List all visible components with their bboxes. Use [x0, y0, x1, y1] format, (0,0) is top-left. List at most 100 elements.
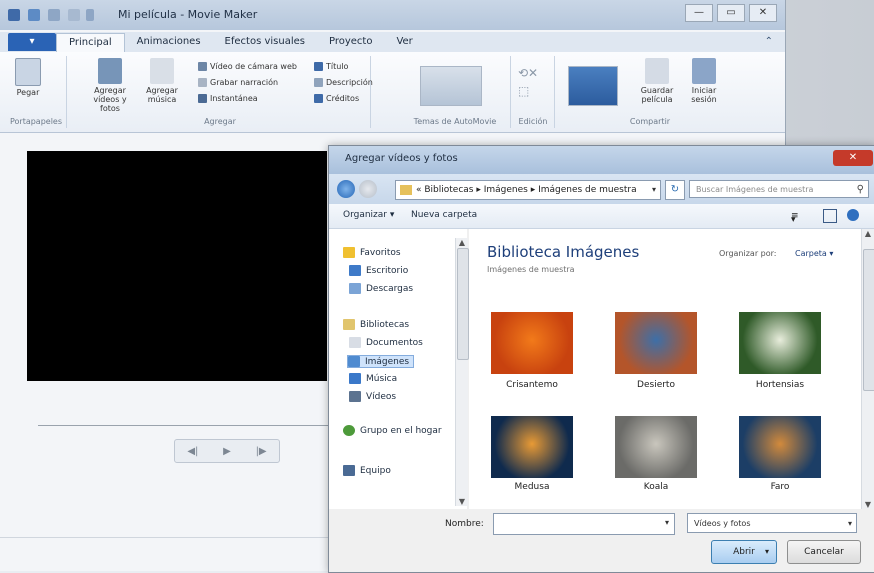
file-type-select[interactable]: Vídeos y fotos ▾ [687, 513, 857, 533]
file-list: Biblioteca Imágenes Imágenes de muestra … [469, 229, 861, 509]
rotate-icon[interactable]: ⟲✕ [518, 66, 538, 80]
minimize-button[interactable]: — [685, 4, 713, 22]
next-frame-button[interactable]: |▶ [256, 446, 267, 457]
tab-animations[interactable]: Animaciones [125, 33, 213, 51]
address-path: « Bibliotecas ▸ Imágenes ▸ Imágenes de m… [416, 185, 637, 195]
nav-favorites[interactable]: Favoritos [343, 247, 401, 258]
add-videos-photos-button[interactable]: Agregar vídeos y fotos [84, 58, 136, 113]
redo-icon[interactable] [68, 9, 80, 21]
new-folder-button[interactable]: Nueva carpeta [411, 210, 477, 220]
add-music-label: Agregar música [146, 86, 178, 104]
cloud-upload-icon[interactable] [568, 66, 618, 106]
open-dropdown-icon[interactable]: ▾ [759, 544, 775, 560]
save-movie-button[interactable]: Guardar película [634, 58, 680, 104]
previous-frame-button[interactable]: ◀| [187, 446, 198, 457]
image-thumbnail[interactable] [615, 416, 697, 478]
image-label: Faro [770, 482, 790, 492]
scroll-up-icon[interactable]: ▲ [456, 238, 468, 247]
image-thumbnail[interactable] [739, 416, 821, 478]
tab-view[interactable]: Ver [384, 33, 424, 51]
select-all-icon[interactable]: ⬚ [518, 84, 529, 98]
save-movie-icon [645, 58, 669, 84]
nav-images[interactable]: Imágenes [347, 355, 415, 368]
image-thumbnail[interactable] [615, 312, 697, 374]
tab-home[interactable]: Principal [56, 32, 125, 52]
address-bar[interactable]: « Bibliotecas ▸ Imágenes ▸ Imágenes de m… [395, 180, 661, 200]
scroll-down-icon[interactable]: ▼ [456, 497, 468, 506]
nav-favorites-label: Favoritos [360, 248, 401, 258]
undo-icon[interactable] [48, 9, 60, 21]
app-menu-icon[interactable] [8, 9, 20, 21]
nav-scrollbar[interactable]: ▲ ▼ [455, 238, 469, 506]
webcam-video-button[interactable]: Vídeo de cámara web [198, 62, 297, 71]
nav-homegroup[interactable]: Grupo en el hogar [343, 425, 442, 436]
save-icon[interactable] [28, 9, 40, 21]
maximize-button[interactable]: ▭ [717, 4, 745, 22]
window-controls: — ▭ ✕ [685, 4, 777, 22]
dialog-close-button[interactable]: ✕ [833, 150, 873, 166]
filename-dropdown-icon[interactable]: ▾ [665, 518, 669, 527]
add-music-button[interactable]: Agregar música [140, 58, 184, 104]
nav-videos[interactable]: Vídeos [349, 391, 396, 402]
snapshot-button[interactable]: Instantánea [198, 94, 258, 103]
forward-arrow-icon[interactable] [359, 180, 377, 198]
image-thumbnail[interactable] [491, 416, 573, 478]
close-button[interactable]: ✕ [749, 4, 777, 22]
organize-button[interactable]: Organizar ▾ [343, 210, 394, 220]
content-scrollbar[interactable]: ▲ ▼ [861, 229, 874, 509]
scroll-down-icon[interactable]: ▼ [862, 500, 874, 509]
nav-music-label: Música [366, 374, 398, 384]
image-thumbnail[interactable] [491, 312, 573, 374]
refresh-button[interactable]: ↻ [665, 180, 685, 200]
seek-bar[interactable] [38, 425, 328, 426]
view-options-icon[interactable]: ≡ ▾ [791, 212, 803, 226]
theme-thumbnail[interactable] [420, 66, 482, 106]
editing-group-label: Edición [518, 117, 548, 126]
filename-input[interactable] [493, 513, 675, 535]
customize-qat-icon[interactable] [86, 9, 94, 21]
add-videos-photos-dialog: Agregar vídeos y fotos ✕ « Bibliotecas ▸… [328, 145, 874, 573]
title-button[interactable]: Título [314, 62, 348, 71]
nav-computer[interactable]: Equipo [343, 465, 391, 476]
scroll-up-icon[interactable]: ▲ [862, 229, 874, 238]
nav-documents[interactable]: Documentos [349, 337, 423, 348]
address-dropdown-icon[interactable]: ▾ [652, 181, 656, 199]
save-movie-label: Guardar película [640, 86, 674, 104]
star-icon [343, 247, 355, 258]
nav-desktop[interactable]: Escritorio [349, 265, 408, 276]
video-preview[interactable] [27, 151, 327, 381]
file-menu-tab[interactable]: ▾ [8, 33, 56, 51]
content-scroll-thumb[interactable] [863, 249, 874, 391]
paste-button[interactable]: Pegar [8, 58, 48, 97]
preview-pane-icon[interactable] [823, 209, 837, 223]
caption-button[interactable]: Descripción [314, 78, 373, 87]
caption-label: Descripción [326, 78, 373, 87]
search-input[interactable]: Buscar Imágenes de muestra ⚲ [689, 180, 869, 198]
record-narration-button[interactable]: Grabar narración [198, 78, 278, 87]
nav-libraries[interactable]: Bibliotecas [343, 319, 409, 330]
play-button[interactable]: ▶ [223, 446, 231, 457]
library-title: Biblioteca Imágenes [487, 243, 640, 261]
cancel-button[interactable]: Cancelar [787, 540, 861, 564]
window-title: Mi película - Movie Maker [118, 8, 258, 21]
user-icon [692, 58, 716, 84]
ribbon-tabs: ▾ Principal Animaciones Efectos visuales… [0, 32, 785, 52]
clipboard-group-label: Portapapeles [9, 117, 63, 126]
tab-project[interactable]: Proyecto [317, 33, 384, 51]
music-note-icon [150, 58, 174, 84]
image-label: Koala [643, 482, 669, 492]
ribbon-minimize-icon[interactable]: ⌃ [765, 36, 773, 47]
sign-in-button[interactable]: Iniciar sesión [682, 58, 726, 104]
nav-music[interactable]: Música [349, 373, 397, 384]
image-thumbnail[interactable] [739, 312, 821, 374]
share-group-label: Compartir [629, 117, 671, 126]
nav-videos-label: Vídeos [366, 392, 397, 402]
nav-downloads[interactable]: Descargas [349, 283, 413, 294]
folder-icon [400, 184, 412, 195]
arrange-by-dropdown[interactable]: Carpeta ▾ [795, 249, 833, 258]
credits-button[interactable]: Créditos [314, 94, 359, 103]
help-icon[interactable] [847, 209, 859, 221]
tab-visual-effects[interactable]: Efectos visuales [213, 33, 317, 51]
back-arrow-icon[interactable] [337, 180, 355, 198]
nav-scroll-thumb[interactable] [457, 248, 469, 360]
